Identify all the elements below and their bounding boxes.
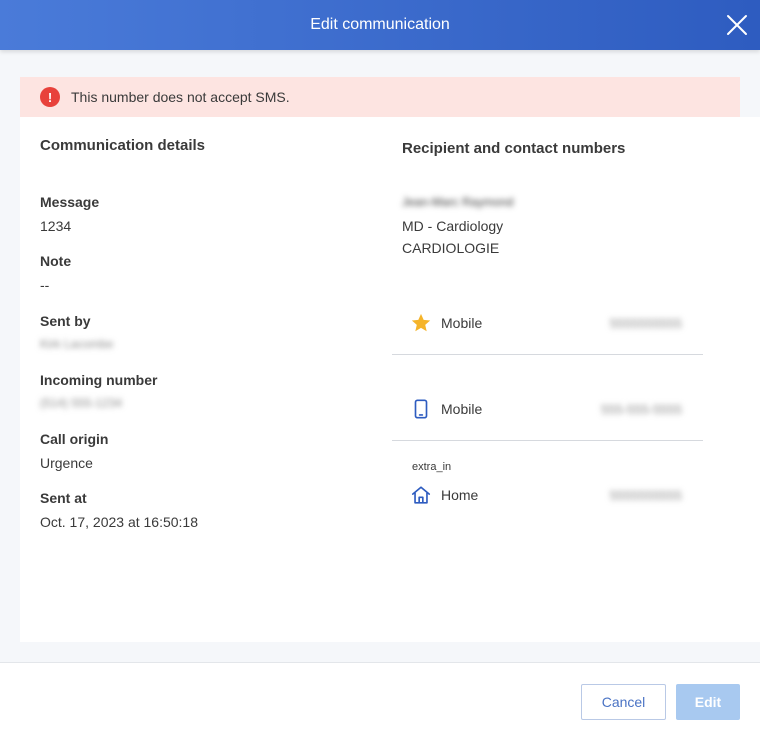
- message-label: Message: [40, 194, 100, 210]
- recipient-title: Recipient and contact numbers: [402, 140, 626, 157]
- note-value: --: [40, 277, 50, 293]
- close-icon[interactable]: [725, 13, 749, 37]
- contact-divider: [392, 440, 703, 441]
- note-label: Note: [40, 253, 72, 269]
- contact-label: Home: [441, 487, 479, 503]
- message-value: 1234: [40, 218, 72, 234]
- contact-label: Mobile: [441, 401, 483, 417]
- incoming-number-value: (514) 555-1234: [40, 396, 123, 410]
- incoming-number-label: Incoming number: [40, 372, 158, 388]
- home-icon: [410, 484, 432, 506]
- contact-tag: extra_in: [412, 461, 452, 473]
- call-origin-value: Urgence: [40, 455, 93, 471]
- sent-by-label: Sent by: [40, 313, 91, 329]
- star-icon: [410, 312, 432, 334]
- sms-warning-banner: ! This number does not accept SMS.: [20, 77, 740, 117]
- recipient-name: Jean-Marc Raymond: [402, 195, 514, 209]
- contact-row[interactable]: Mobile 5555555555: [410, 311, 690, 335]
- cancel-button[interactable]: Cancel: [581, 684, 666, 720]
- sent-at-label: Sent at: [40, 490, 87, 506]
- exclamation-icon: !: [40, 87, 60, 107]
- contact-row[interactable]: Home 5555555555: [410, 483, 690, 507]
- dialog-footer: Cancel Edit: [0, 662, 760, 739]
- edit-button[interactable]: Edit: [676, 684, 740, 720]
- contact-divider: [392, 354, 703, 355]
- sent-at-value: Oct. 17, 2023 at 16:50:18: [40, 514, 199, 530]
- recipient-role: MD - Cardiology: [402, 218, 504, 234]
- recipient-department: CARDIOLOGIE: [402, 240, 500, 256]
- sent-by-value: Kirk Lacombe: [40, 337, 114, 351]
- contact-number: 5555555555: [609, 487, 682, 503]
- call-origin-label: Call origin: [40, 431, 109, 447]
- contact-row[interactable]: Mobile 555-555-5555: [410, 397, 690, 421]
- mobile-phone-icon: [410, 398, 432, 420]
- dialog-header: Edit communication: [0, 0, 760, 50]
- banner-text: This number does not accept SMS.: [71, 89, 290, 105]
- communication-details-title: Communication details: [40, 137, 206, 154]
- dialog-title: Edit communication: [310, 16, 450, 33]
- contact-number: 555-555-5555: [601, 401, 682, 417]
- contact-label: Mobile: [441, 315, 483, 331]
- contact-number: 5555555555: [609, 315, 682, 331]
